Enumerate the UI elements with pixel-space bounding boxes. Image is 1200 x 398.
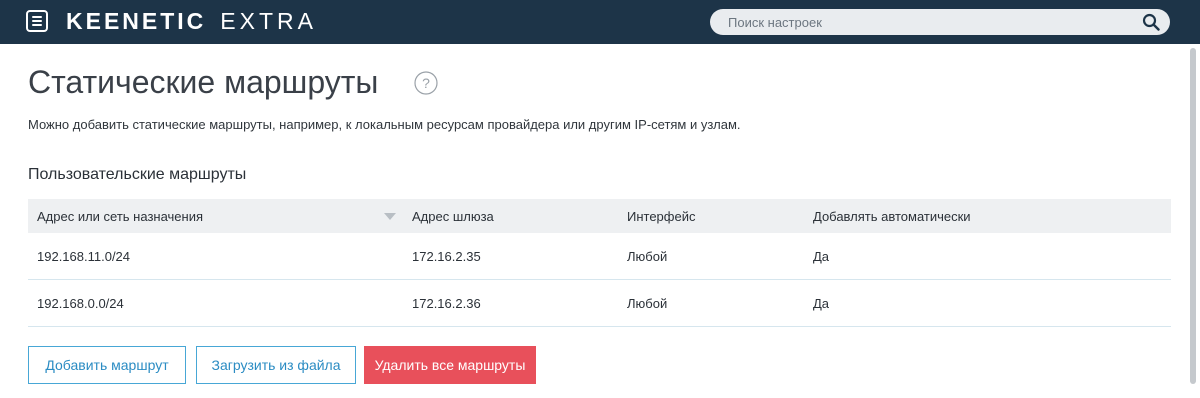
route-auto: Да — [813, 248, 830, 264]
menu-icon[interactable] — [26, 10, 48, 32]
page-title: Статические маршруты — [28, 64, 379, 100]
table-header: Адрес или сеть назначения Адрес шлюза Ин… — [28, 199, 1171, 233]
search-icon[interactable] — [1142, 13, 1160, 31]
brand-name: KEENETIC — [66, 7, 207, 34]
column-header-interface[interactable]: Интерфейс — [627, 199, 695, 233]
route-destination: 192.168.0.0/24 — [37, 295, 124, 311]
search-box — [710, 9, 1170, 35]
sort-down-icon[interactable] — [384, 213, 396, 220]
brand-model: EXTRA — [220, 7, 317, 34]
routes-table: Адрес или сеть назначения Адрес шлюза Ин… — [28, 199, 1171, 327]
brand-logo[interactable]: KEENETIC EXTRA — [66, 6, 317, 36]
route-auto: Да — [813, 295, 830, 311]
help-icon[interactable]: ? — [414, 71, 438, 95]
svg-text:?: ? — [422, 75, 430, 91]
scrollbar-thumb[interactable] — [1190, 48, 1196, 384]
column-header-gateway[interactable]: Адрес шлюза — [412, 199, 494, 233]
route-gateway: 172.16.2.35 — [412, 248, 481, 264]
scrollbar[interactable] — [1186, 44, 1200, 398]
table-row[interactable]: 192.168.11.0/24 172.16.2.35 Любой Да — [28, 233, 1171, 280]
route-destination: 192.168.11.0/24 — [37, 248, 131, 264]
search-input[interactable] — [728, 12, 1128, 32]
add-route-button[interactable]: Добавить маршрут — [28, 346, 186, 384]
column-header-destination[interactable]: Адрес или сеть назначения — [37, 199, 203, 233]
table-row[interactable]: 192.168.0.0/24 172.16.2.36 Любой Да — [28, 280, 1171, 327]
load-from-file-button[interactable]: Загрузить из файла — [196, 346, 356, 384]
column-header-auto[interactable]: Добавлять автоматически — [813, 199, 971, 233]
delete-all-routes-button[interactable]: Удалить все маршруты — [364, 346, 536, 384]
route-interface: Любой — [627, 248, 668, 264]
page-description: Можно добавить статические маршруты, нап… — [28, 117, 741, 132]
section-title: Пользовательские маршруты — [28, 166, 247, 183]
top-bar: KEENETIC EXTRA — [0, 0, 1200, 44]
route-interface: Любой — [627, 295, 668, 311]
route-gateway: 172.16.2.36 — [412, 295, 481, 311]
